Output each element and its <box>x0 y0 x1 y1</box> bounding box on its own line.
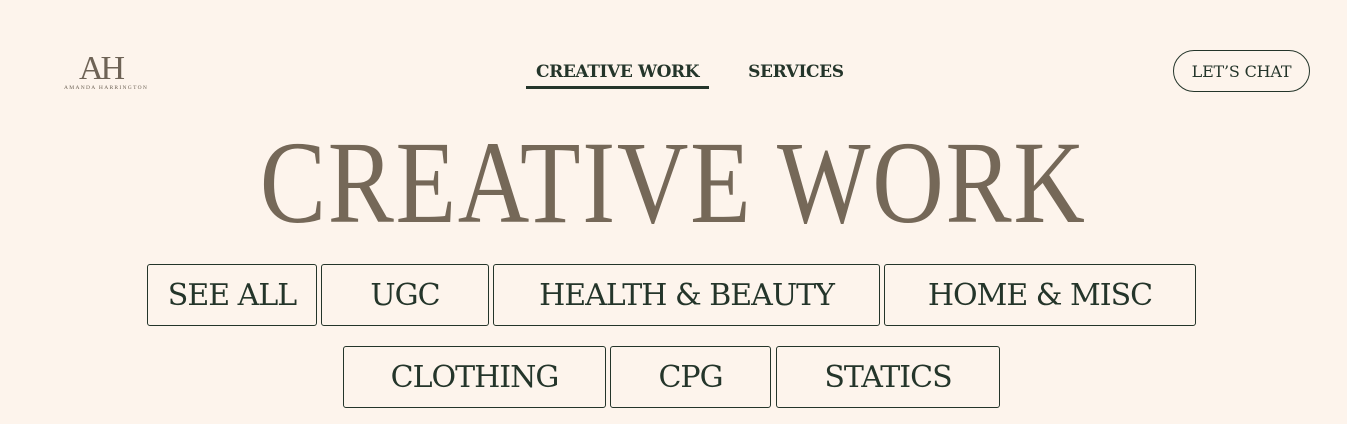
filter-clothing-button[interactable]: CLOTHING <box>343 346 606 408</box>
filter-see-all-button[interactable]: SEE ALL <box>147 264 317 326</box>
nav-item-creative-work[interactable]: CREATIVE WORK <box>526 60 710 89</box>
nav-item-services[interactable]: SERVICES <box>738 60 853 89</box>
logo-name: AMANDA HARRINGTON <box>64 85 149 91</box>
filter-ugc-button[interactable]: UGC <box>321 264 489 326</box>
main-nav: CREATIVE WORK SERVICES <box>526 60 854 89</box>
filter-statics-button[interactable]: STATICS <box>776 346 1000 408</box>
filter-cpg-button[interactable]: CPG <box>610 346 771 408</box>
lets-chat-button[interactable]: LET’S CHAT <box>1173 50 1310 92</box>
filter-home-misc-button[interactable]: HOME & MISC <box>884 264 1196 326</box>
logo[interactable]: AH AMANDA HARRINGTON <box>62 52 152 94</box>
logo-monogram: AH <box>79 50 125 87</box>
filter-health-beauty-button[interactable]: HEALTH & BEAUTY <box>493 264 880 326</box>
page-title: CREATIVE WORK <box>259 117 1087 248</box>
